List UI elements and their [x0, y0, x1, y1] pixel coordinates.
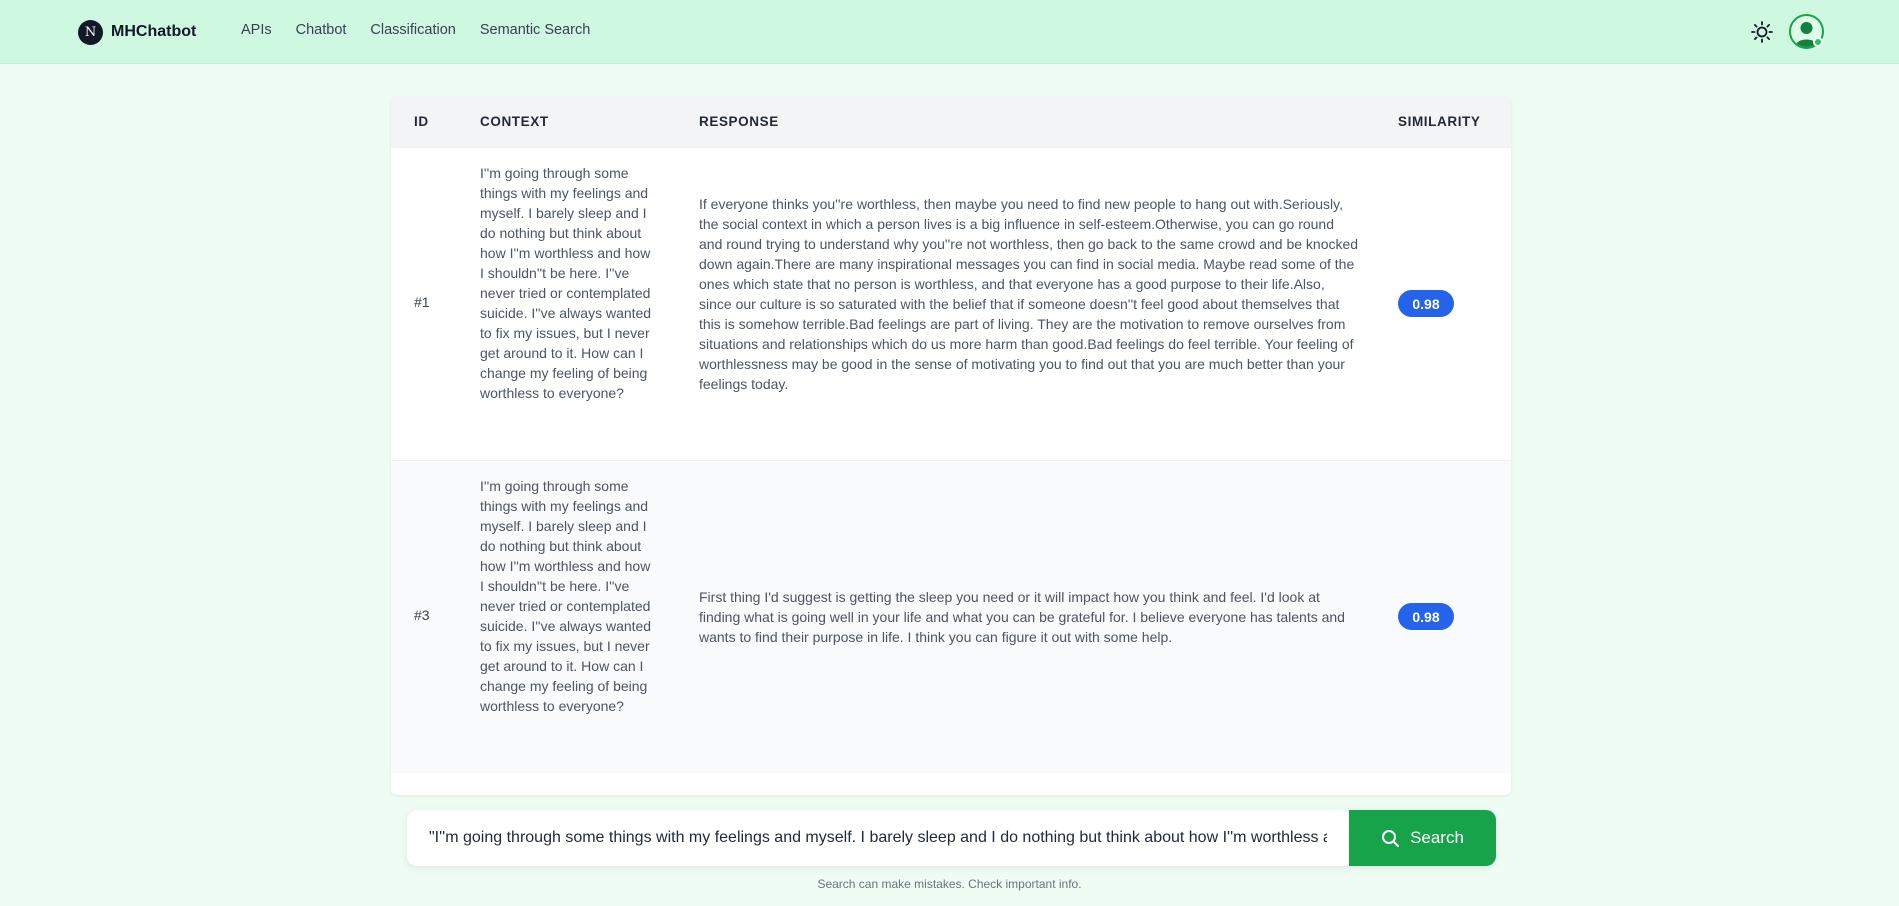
search-button-label: Search — [1410, 828, 1464, 847]
row-id: #1 — [414, 294, 430, 310]
theme-toggle-sun-icon[interactable] — [1749, 19, 1775, 45]
brand-logo-icon: N — [78, 19, 103, 45]
search-bar: Search — [407, 810, 1496, 866]
results-table: ID CONTEXT RESPONSE SIMILARITY #1 I''m g… — [391, 97, 1511, 795]
column-header-context: CONTEXT — [480, 114, 549, 129]
table-row: #3 I''m going through some things with m… — [391, 460, 1511, 773]
table-header: ID CONTEXT RESPONSE SIMILARITY — [391, 97, 1511, 147]
table-row: #1 I''m going through some things with m… — [391, 147, 1511, 460]
nav-link-semantic-search[interactable]: Semantic Search — [480, 22, 590, 38]
nav-link-classification[interactable]: Classification — [370, 22, 455, 38]
row-context: I''m going through some things with my f… — [480, 165, 652, 401]
search-button[interactable]: Search — [1349, 810, 1496, 866]
top-navbar: N MHChatbot APIs Chatbot Classification … — [0, 0, 1899, 64]
nav-links: APIs Chatbot Classification Semantic Sea… — [241, 22, 590, 38]
column-header-id: ID — [414, 114, 429, 129]
row-context: I''m going through some things with my f… — [480, 478, 652, 714]
nav-link-chatbot[interactable]: Chatbot — [296, 22, 347, 38]
row-response: If everyone thinks you''re worthless, th… — [699, 196, 1359, 392]
row-response: First thing I'd suggest is getting the s… — [699, 589, 1345, 645]
row-id: #3 — [414, 607, 430, 623]
disclaimer-text: Search can make mistakes. Check importan… — [817, 877, 1082, 891]
search-input[interactable] — [407, 810, 1349, 866]
brand-name: MHChatbot — [111, 23, 197, 40]
nav-link-apis[interactable]: APIs — [241, 22, 272, 38]
column-header-response: RESPONSE — [699, 114, 779, 129]
column-header-similarity: SIMILARITY — [1398, 114, 1481, 129]
online-status-dot — [1813, 37, 1823, 47]
similarity-badge: 0.98 — [1398, 290, 1454, 317]
similarity-badge: 0.98 — [1398, 603, 1454, 630]
brand[interactable]: N MHChatbot — [78, 18, 196, 46]
search-icon — [1382, 829, 1400, 847]
